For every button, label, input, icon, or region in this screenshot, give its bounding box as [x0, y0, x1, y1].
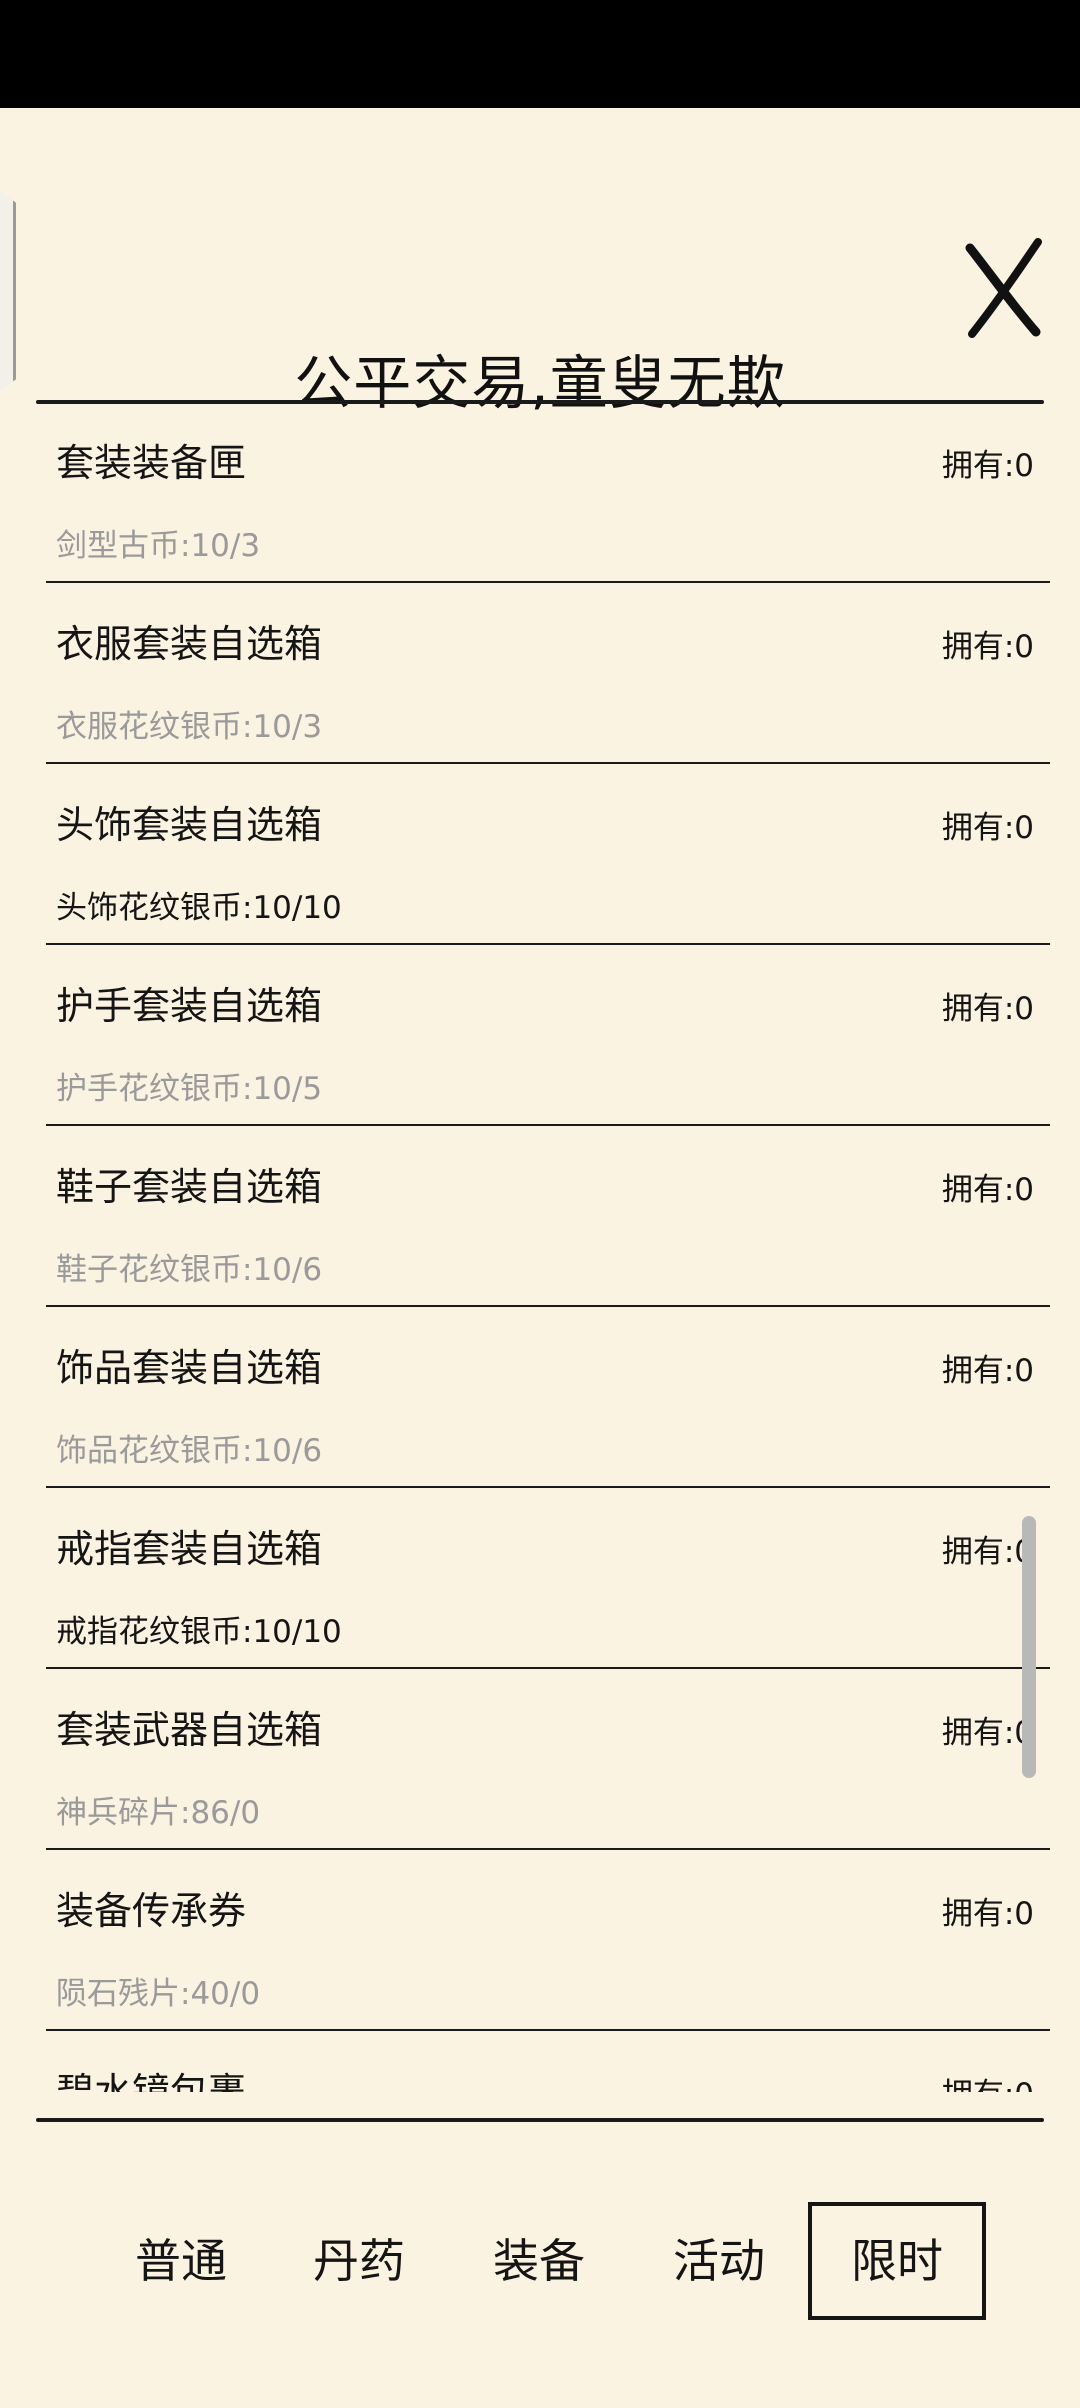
item-price: 鞋子花纹银币:10/6 [56, 1252, 323, 1288]
close-icon [965, 238, 1042, 338]
tab-equipment[interactable]: 装备 [450, 2202, 628, 2320]
item-owned-count: 拥有:0 [941, 1715, 1034, 1751]
list-scrollbar[interactable] [1022, 1516, 1036, 1778]
item-price: 饰品花纹银币:10/6 [56, 1433, 323, 1469]
tab-activity[interactable]: 活动 [630, 2202, 808, 2320]
item-name: 套装装备匣 [56, 441, 247, 485]
item-name: 碧水镜包裹 [56, 2070, 247, 2092]
item-owned-count: 拥有:0 [941, 1172, 1034, 1208]
item-name: 衣服套装自选箱 [56, 622, 323, 666]
list-item[interactable]: 鞋子套装自选箱 拥有:0 鞋子花纹银币:10/6 [46, 1126, 1050, 1307]
item-price: 神兵碎片:86/0 [56, 1795, 261, 1831]
item-price: 护手花纹银币:10/5 [56, 1071, 323, 1107]
list-item[interactable]: 套装装备匣 拥有:0 剑型古币:10/3 [46, 402, 1050, 583]
close-button[interactable] [964, 238, 1044, 338]
item-price: 陨石残片:40/0 [56, 1976, 261, 2012]
screen: 公平交易,童叟无欺 套装装备匣 拥有:0 剑型古币:10/3 衣服套装自选箱 拥… [0, 0, 1080, 2408]
item-price: 头饰花纹银币:10/10 [56, 890, 342, 926]
list-item[interactable]: 饰品套装自选箱 拥有:0 饰品花纹银币:10/6 [46, 1307, 1050, 1488]
item-name: 戒指套装自选箱 [56, 1527, 323, 1571]
item-name: 饰品套装自选箱 [56, 1346, 323, 1390]
item-name: 头饰套装自选箱 [56, 803, 323, 847]
item-owned-count: 拥有:0 [941, 991, 1034, 1027]
list-item[interactable]: 套装武器自选箱 拥有:0 神兵碎片:86/0 [46, 1669, 1050, 1850]
list-item[interactable]: 装备传承券 拥有:0 陨石残片:40/0 [46, 1850, 1050, 2031]
item-owned-count: 拥有:0 [941, 1353, 1034, 1389]
list-item[interactable]: 衣服套装自选箱 拥有:0 衣服花纹银币:10/3 [46, 583, 1050, 764]
item-owned-count: 拥有:0 [941, 448, 1034, 484]
item-name: 护手套装自选箱 [56, 984, 323, 1028]
item-owned-count: 拥有:0 [941, 810, 1034, 846]
tab-medicine[interactable]: 丹药 [270, 2202, 448, 2320]
list-item[interactable]: 头饰套装自选箱 拥有:0 头饰花纹银币:10/10 [46, 764, 1050, 945]
item-list[interactable]: 套装装备匣 拥有:0 剑型古币:10/3 衣服套装自选箱 拥有:0 衣服花纹银币… [0, 402, 1080, 2092]
list-item[interactable]: 戒指套装自选箱 拥有:0 戒指花纹银币:10/10 [46, 1488, 1050, 1669]
category-tabbar: 普通 丹药 装备 活动 限时 [0, 2202, 1080, 2332]
item-owned-count: 拥有:0 [941, 1534, 1034, 1570]
item-name: 鞋子套装自选箱 [56, 1165, 323, 1209]
tab-limited[interactable]: 限时 [808, 2202, 986, 2320]
item-price: 剑型古币:10/3 [56, 528, 261, 564]
bottom-divider [36, 2118, 1044, 2122]
list-item[interactable]: 护手套装自选箱 拥有:0 护手花纹银币:10/5 [46, 945, 1050, 1126]
item-owned-count: 拥有:0 [941, 629, 1034, 665]
item-owned-count: 拥有:0 [941, 1896, 1034, 1932]
item-owned-count: 拥有:0 [942, 2069, 1034, 2092]
tab-normal[interactable]: 普通 [92, 2202, 270, 2320]
item-price: 衣服花纹银币:10/3 [56, 709, 323, 745]
list-item[interactable]: 碧水镜包裹 拥有:0 [46, 2031, 1050, 2092]
item-name: 装备传承券 [56, 1889, 247, 1933]
item-price: 戒指花纹银币:10/10 [56, 1614, 342, 1650]
item-name: 套装武器自选箱 [56, 1708, 323, 1752]
